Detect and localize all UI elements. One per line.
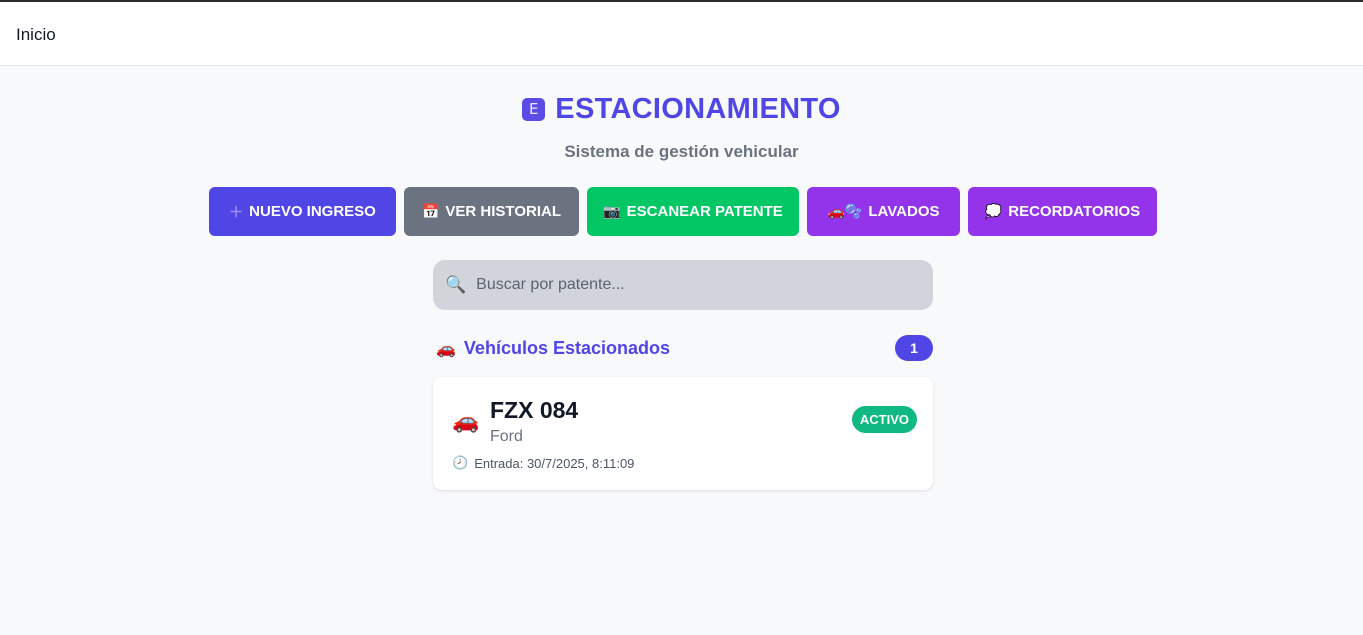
clock-icon: 🕗 <box>452 456 469 471</box>
search-input[interactable] <box>476 276 907 294</box>
view-history-label: VER HISTORIAL <box>445 203 561 220</box>
scan-plate-label: ESCANEAR PATENTE <box>626 203 783 220</box>
reminders-button[interactable]: 💭 RECORDATORIOS <box>968 187 1157 236</box>
parked-vehicles-title: Vehículos Estacionados <box>463 338 670 358</box>
calendar-icon: 📅 <box>421 203 440 220</box>
app-subtitle: Sistema de gestión vehicular <box>564 142 799 161</box>
car-icon: 🚗 <box>436 339 456 358</box>
vehicle-plate: FZX 084 <box>490 397 579 423</box>
car-icon: 🚗 <box>452 409 480 434</box>
speech-bubble-icon: 💭 <box>984 203 1003 220</box>
view-history-button[interactable]: 📅 VER HISTORIAL <box>404 187 579 236</box>
camera-icon: 📷 <box>603 203 621 220</box>
entry-time: 🕗 Entrada: 30/7/2025, 8:11:09 <box>452 456 634 471</box>
vehicle-brand: Ford <box>490 428 523 445</box>
new-entry-label: NUEVO INGRESO <box>249 203 376 220</box>
page-title: Inicio <box>16 25 56 44</box>
search-box[interactable]: 🔍 <box>433 260 933 310</box>
washes-label: LAVADOS <box>868 203 940 220</box>
parked-vehicles-header: 🚗 Vehículos Estacionados 1 <box>433 335 933 362</box>
logo-icon: E <box>522 98 546 121</box>
reminders-label: RECORDATORIOS <box>1008 203 1141 220</box>
app-title: ESTACIONAMIENTO <box>555 93 841 125</box>
search-icon: 🔍 <box>445 275 467 295</box>
action-bar: ＋ NUEVO INGRESO 📅 VER HISTORIAL 📷 ESCANE… <box>209 187 1157 236</box>
vehicle-count-badge: 1 <box>895 335 933 361</box>
washes-button[interactable]: 🚗🫧 LAVADOS <box>807 187 960 236</box>
app-brand: E ESTACIONAMIENTO <box>0 93 1363 126</box>
status-badge: ACTIVO <box>851 406 917 433</box>
plus-icon: ＋ <box>229 204 244 221</box>
car-bubbles-icon: 🚗🫧 <box>827 203 863 220</box>
top-bar: Inicio <box>0 0 1363 66</box>
new-entry-button[interactable]: ＋ NUEVO INGRESO <box>209 187 396 236</box>
entry-time-text: Entrada: 30/7/2025, 8:11:09 <box>474 456 635 471</box>
vehicle-card[interactable]: 🚗 FZX 084 Ford ACTIVO 🕗 Entrada: 30/7/20… <box>433 377 933 490</box>
scan-plate-button[interactable]: 📷 ESCANEAR PATENTE <box>587 187 799 236</box>
